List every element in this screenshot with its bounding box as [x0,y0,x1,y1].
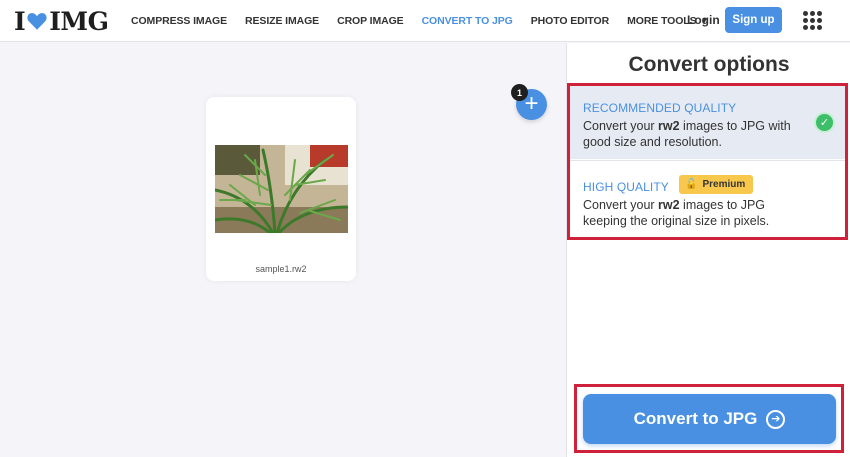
main-nav: COMPRESS IMAGE RESIZE IMAGE CROP IMAGE C… [131,0,726,42]
check-icon: ✓ [814,112,835,133]
option-desc-pre: Convert your [583,119,659,133]
option-title: HIGH QUALITY [583,180,669,194]
option-desc-format: rw2 [658,198,680,212]
top-header: I IMG COMPRESS IMAGE RESIZE IMAGE CROP I… [0,0,850,42]
logo-suffix: IMG [49,6,109,36]
nav-photo-editor[interactable]: PHOTO EDITOR [531,15,609,27]
lock-icon: 🔓 [685,179,698,190]
logo-prefix: I [14,6,26,36]
option-title: RECOMMENDED QUALITY [583,101,737,115]
option-description: Convert your rw2 images to JPG keeping t… [583,197,803,229]
file-count-badge: 1 [511,84,528,101]
login-link[interactable]: Login [687,13,720,27]
option-desc-pre: Convert your [583,198,659,212]
heart-icon [27,13,47,30]
iloveimg-logo[interactable]: I IMG [14,6,109,36]
file-card[interactable]: sample1.rw2 [206,97,356,281]
convert-to-jpg-button[interactable]: Convert to JPG ➔ [583,394,836,444]
nav-resize-image[interactable]: RESIZE IMAGE [245,15,319,27]
apps-grid-icon[interactable] [803,11,822,30]
option-high-quality[interactable]: HIGH QUALITY 🔓 Premium Convert your rw2 i… [570,160,845,237]
file-thumbnail [215,145,348,233]
nav-convert-to-jpg[interactable]: CONVERT TO JPG [422,15,513,27]
option-recommended-quality[interactable]: RECOMMENDED QUALITY Convert your rw2 ima… [570,86,845,159]
premium-label: Premium [702,179,746,190]
sidebar-title: Convert options [628,53,790,76]
palm-photo [215,145,348,233]
arrow-right-circle-icon: ➔ [766,409,786,429]
file-name: sample1.rw2 [255,264,307,274]
nav-compress-image[interactable]: COMPRESS IMAGE [131,15,227,27]
nav-crop-image[interactable]: CROP IMAGE [337,15,404,27]
convert-options-sidebar: Convert options RECOMMENDED QUALITY Conv… [566,43,850,457]
convert-button-label: Convert to JPG [633,409,758,428]
option-desc-format: rw2 [658,119,680,133]
premium-badge: 🔓 Premium [679,175,754,194]
option-description: Convert your rw2 images to JPG with good… [583,118,803,150]
signup-button[interactable]: Sign up [725,7,782,33]
